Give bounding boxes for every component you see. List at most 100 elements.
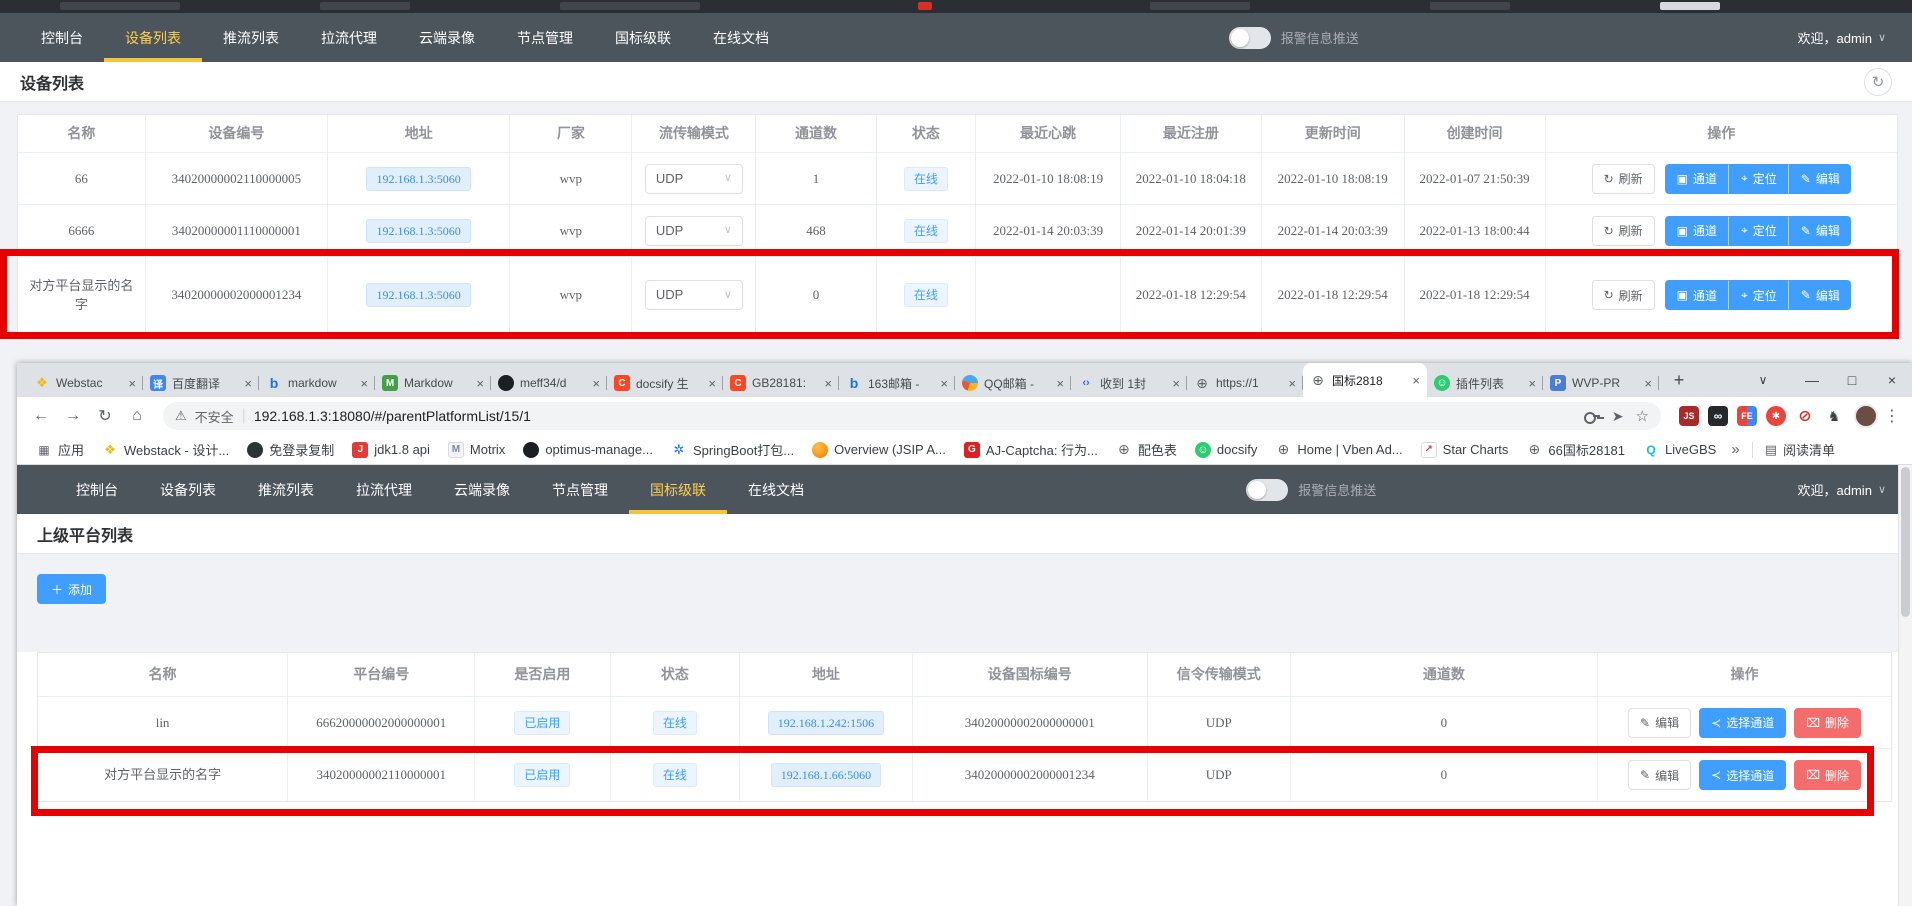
edit-button[interactable]: ✎编辑 <box>1789 164 1851 194</box>
locate-button[interactable]: ⌖定位 <box>1729 280 1789 310</box>
select-channel-button[interactable]: ≺选择通道 <box>1699 708 1786 738</box>
tab-close-icon[interactable]: × <box>592 376 600 391</box>
address-badge[interactable]: 192.168.1.242:1506 <box>768 711 884 735</box>
locate-button[interactable]: ⌖定位 <box>1729 164 1789 194</box>
reload-icon[interactable]: ↻ <box>91 402 119 430</box>
new-tab-button[interactable]: + <box>1665 366 1693 394</box>
channel-button[interactable]: ▣通道 <box>1665 164 1729 194</box>
bookmark-item-6[interactable]: optimus-manage... <box>516 438 660 462</box>
nav-tab-6[interactable]: 节点管理 <box>496 13 594 62</box>
add-platform-button[interactable]: ＋ 添加 <box>37 574 106 604</box>
tab-close-icon[interactable]: × <box>708 376 716 391</box>
edit-button[interactable]: ✎编辑 <box>1789 216 1851 246</box>
send-icon[interactable]: ➤ <box>1612 408 1624 425</box>
browser-tab-9[interactable]: QQ邮箱 -× <box>955 369 1071 397</box>
js-extension-icon[interactable]: JS <box>1679 406 1699 426</box>
address-badge[interactable]: 192.168.1.3:5060 <box>366 283 470 307</box>
reading-list-button[interactable]: ▤阅读清单 <box>1765 440 1835 459</box>
close-button[interactable]: × <box>1872 363 1912 397</box>
refresh-page-button[interactable]: ↻ <box>1864 68 1892 96</box>
paw-extension-icon[interactable]: ♞ <box>1824 406 1844 426</box>
tab-close-icon[interactable]: × <box>824 376 832 391</box>
edit-button[interactable]: ✎编辑 <box>1628 708 1691 738</box>
nav-tab-3[interactable]: 推流列表 <box>202 13 300 62</box>
refresh-button[interactable]: ↻刷新 <box>1592 216 1655 246</box>
bookmark-item-5[interactable]: MMotrix <box>441 438 512 462</box>
browser-menu-icon[interactable]: ⋮ <box>1882 406 1902 426</box>
bookmark-star-icon[interactable]: ☆ <box>1636 407 1649 425</box>
nav-tab-5[interactable]: 云端录像 <box>398 13 496 62</box>
address-badge[interactable]: 192.168.1.66:5060 <box>771 763 881 787</box>
bookmark-item-1[interactable]: ▦应用 <box>29 438 91 462</box>
bookmark-item-12[interactable]: ⊕Home | Vben Ad... <box>1268 438 1409 462</box>
tab-close-icon[interactable]: × <box>1172 376 1180 391</box>
browser-tab-2[interactable]: 译百度翻译× <box>143 369 259 397</box>
delete-button[interactable]: ⌧删除 <box>1794 760 1861 790</box>
bookmark-item-9[interactable]: GAJ-Captcha: 行为... <box>957 438 1105 462</box>
nav-tab-8[interactable]: 在线文档 <box>727 465 825 514</box>
home-icon[interactable]: ⌂ <box>123 402 151 430</box>
fe-extension-icon[interactable]: FE <box>1737 406 1757 426</box>
password-key-icon[interactable] <box>1584 411 1600 421</box>
tab-close-icon[interactable]: × <box>1412 373 1420 388</box>
welcome-menu[interactable]: 欢迎，admin ∨ <box>1798 465 1912 514</box>
browser-tab-7[interactable]: CGB28181:× <box>723 369 839 397</box>
glasses-extension-icon[interactable]: ∞ <box>1708 406 1728 426</box>
browser-tab-4[interactable]: MMarkdow× <box>375 369 491 397</box>
alarm-push-toggle[interactable] <box>1246 479 1288 501</box>
edit-button[interactable]: ✎编辑 <box>1789 280 1851 310</box>
tab-close-icon[interactable]: × <box>1056 376 1064 391</box>
bookmarks-overflow-icon[interactable]: » <box>1731 441 1739 458</box>
bookmark-item-14[interactable]: ⊕66国标28181 <box>1519 438 1632 462</box>
browser-tab-3[interactable]: bmarkdow× <box>259 369 375 397</box>
page-scrollbar[interactable] <box>1898 465 1912 906</box>
browser-tab-12[interactable]: ⊕国标2818× <box>1303 363 1427 397</box>
nav-tab-4[interactable]: 拉流代理 <box>335 465 433 514</box>
stream-mode-select[interactable]: UDP∨ <box>645 280 743 310</box>
welcome-menu[interactable]: 欢迎，admin ∨ <box>1798 13 1912 62</box>
bookmark-item-8[interactable]: Overview (JSIP A... <box>805 438 953 462</box>
select-channel-button[interactable]: ≺选择通道 <box>1699 760 1786 790</box>
channel-button[interactable]: ▣通道 <box>1665 216 1729 246</box>
nav-tab-8[interactable]: 在线文档 <box>692 13 790 62</box>
browser-tab-14[interactable]: PWVP-PR× <box>1543 369 1659 397</box>
tab-close-icon[interactable]: × <box>476 376 484 391</box>
nav-tab-4[interactable]: 拉流代理 <box>300 13 398 62</box>
bookmark-item-7[interactable]: ✲SpringBoot打包... <box>664 438 801 462</box>
tab-close-icon[interactable]: × <box>1644 376 1652 391</box>
profile-avatar[interactable] <box>1854 404 1878 428</box>
bookmark-item-15[interactable]: QLiveGBS <box>1636 438 1723 462</box>
browser-tab-13[interactable]: ☺插件列表× <box>1427 369 1543 397</box>
bookmark-item-3[interactable]: 免登录复制 <box>240 438 341 462</box>
edit-button[interactable]: ✎编辑 <box>1628 760 1691 790</box>
nav-tab-5[interactable]: 云端录像 <box>433 465 531 514</box>
channel-button[interactable]: ▣通道 <box>1665 280 1729 310</box>
nav-tab-1[interactable]: 控制台 <box>20 13 104 62</box>
browser-tab-10[interactable]: ‹›收到 1封× <box>1071 369 1187 397</box>
stream-mode-select[interactable]: UDP∨ <box>645 216 743 246</box>
bookmark-item-4[interactable]: Jjdk1.8 api <box>345 438 437 462</box>
scrollbar-thumb[interactable] <box>1901 467 1910 617</box>
hand-extension-icon[interactable]: ✱ <box>1766 406 1786 426</box>
nav-tab-6[interactable]: 节点管理 <box>531 465 629 514</box>
tab-search-chevron-icon[interactable]: ∨ <box>1748 363 1778 397</box>
bookmark-item-13[interactable]: ↗Star Charts <box>1414 438 1516 462</box>
browser-tab-6[interactable]: Cdocsify 生× <box>607 369 723 397</box>
bookmark-item-10[interactable]: ⊕配色表 <box>1109 438 1184 462</box>
address-badge[interactable]: 192.168.1.3:5060 <box>366 219 470 243</box>
tab-close-icon[interactable]: × <box>940 376 948 391</box>
browser-tab-11[interactable]: ⊕https://1× <box>1187 369 1303 397</box>
locate-button[interactable]: ⌖定位 <box>1729 216 1789 246</box>
forward-icon[interactable]: → <box>59 402 87 430</box>
maximize-button[interactable]: □ <box>1832 363 1872 397</box>
browser-tab-8[interactable]: b163邮箱 -× <box>839 369 955 397</box>
nav-tab-7[interactable]: 国标级联 <box>629 465 727 514</box>
blocker-extension-icon[interactable]: ⊘ <box>1795 406 1815 426</box>
bookmark-item-2[interactable]: ❖Webstack - 设计... <box>95 438 236 462</box>
nav-tab-3[interactable]: 推流列表 <box>237 465 335 514</box>
tab-close-icon[interactable]: × <box>1528 376 1536 391</box>
nav-tab-7[interactable]: 国标级联 <box>594 13 692 62</box>
browser-tab-5[interactable]: meff34/d× <box>491 369 607 397</box>
tab-close-icon[interactable]: × <box>244 376 252 391</box>
nav-tab-2[interactable]: 设备列表 <box>139 465 237 514</box>
